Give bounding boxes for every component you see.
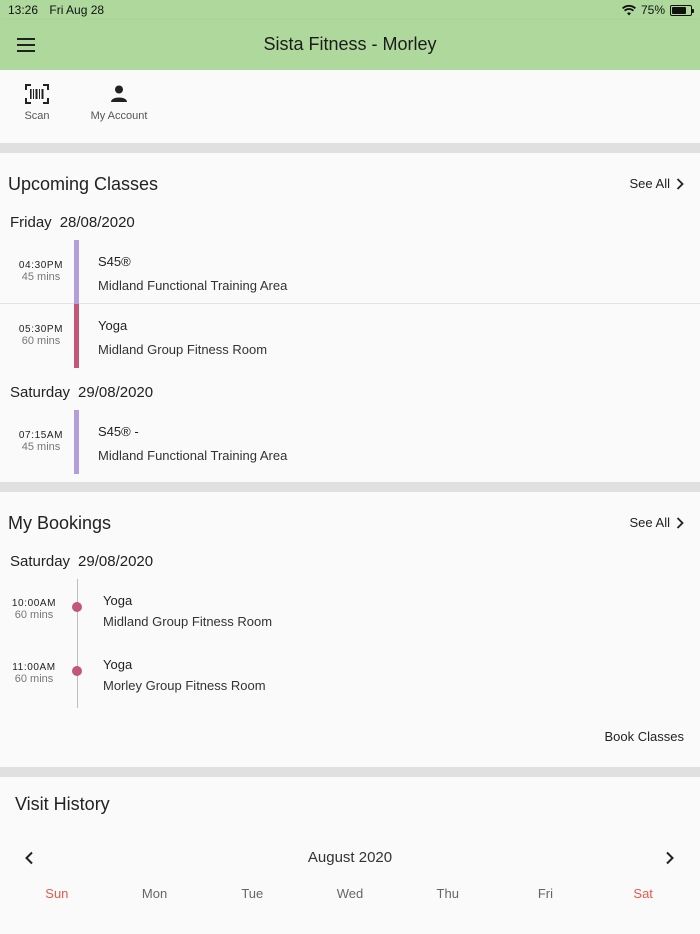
status-date: Fri Aug 28 — [49, 3, 105, 17]
class-color-bar — [74, 240, 79, 304]
battery-fill — [672, 6, 686, 14]
visit-history-title: Visit History — [15, 794, 110, 814]
weekday-sun: Sun — [45, 886, 69, 901]
booking-location: Morley Group Fitness Room — [103, 678, 266, 693]
visit-history-section: Visit History August 2020 Sun Mon Tue We… — [0, 777, 700, 934]
chevron-right-icon — [676, 177, 684, 190]
day-date: 29/08/2020 — [78, 384, 154, 401]
section-divider — [0, 143, 700, 153]
weekday-tue: Tue — [241, 886, 264, 901]
battery-percent: 75% — [640, 3, 665, 17]
my-account-label: My Account — [90, 110, 148, 122]
booking-class-name: Yoga — [103, 593, 133, 608]
class-location: Midland Group Fitness Room — [98, 342, 268, 357]
app-title: Sista Fitness - Morley — [263, 34, 437, 54]
booking-duration: 60 mins — [14, 673, 54, 685]
booking-location: Midland Group Fitness Room — [103, 614, 273, 629]
booking-class-name: Yoga — [103, 657, 133, 672]
see-all-label: See All — [629, 515, 670, 530]
quick-actions: Scan My Account — [0, 70, 700, 143]
booking-row[interactable]: 11:00AM 60 mins Yoga Morley Group Fitnes… — [0, 642, 700, 706]
day-date: 29/08/2020 — [78, 553, 154, 570]
day-date: 28/08/2020 — [59, 214, 135, 231]
calendar-month-label: August 2020 — [307, 849, 393, 866]
class-location: Midland Functional Training Area — [98, 448, 288, 463]
battery-icon — [670, 4, 694, 16]
status-right: 75% — [621, 3, 694, 17]
barcode-scan-icon — [25, 84, 49, 104]
section-divider — [0, 767, 700, 777]
weekday-wed: Wed — [336, 886, 364, 901]
class-time: 05:30PM — [18, 324, 64, 335]
class-name: S45® - — [98, 424, 139, 439]
see-all-label: See All — [629, 176, 670, 191]
class-location: Midland Functional Training Area — [98, 278, 288, 293]
scan-label: Scan — [24, 110, 50, 122]
status-bar: 13:26 Fri Aug 28 75% — [0, 0, 700, 20]
scan-button[interactable]: Scan — [16, 84, 58, 122]
chevron-right-icon — [676, 516, 684, 529]
my-bookings-section: My Bookings See All Saturday 29/08/2020 1… — [0, 492, 700, 767]
bookings-title: My Bookings — [8, 513, 112, 533]
section-divider — [0, 482, 700, 492]
class-duration: 60 mins — [21, 335, 61, 347]
class-duration: 45 mins — [21, 271, 61, 283]
person-icon — [111, 85, 127, 102]
upcoming-classes-section: Upcoming Classes See All Friday 28/08/202… — [0, 153, 700, 482]
wifi-icon — [621, 4, 636, 15]
status-time: 13:26 — [8, 3, 39, 17]
bookings-see-all-button[interactable]: See All — [630, 515, 684, 530]
weekday-thu: Thu — [436, 886, 459, 901]
booking-time: 10:00AM — [11, 598, 57, 609]
day-name: Saturday — [10, 553, 71, 570]
upcoming-see-all-button[interactable]: See All — [630, 176, 684, 191]
class-time: 04:30PM — [18, 260, 64, 271]
upcoming-date-header: Friday 28/08/2020 — [10, 214, 135, 231]
class-name: Yoga — [98, 318, 128, 333]
class-duration: 45 mins — [21, 441, 61, 453]
class-color-bar — [74, 410, 79, 474]
calendar-weekday-row: Sun Mon Tue Wed Thu Fri Sat — [0, 886, 700, 901]
day-name: Friday — [10, 214, 52, 231]
next-month-button[interactable] — [665, 851, 675, 870]
app-bar: Sista Fitness - Morley — [0, 20, 700, 70]
book-classes-button[interactable]: Book Classes — [605, 729, 684, 744]
class-row[interactable]: 07:15AM 45 mins S45® - Midland Functiona… — [0, 410, 700, 474]
class-time: 07:15AM — [18, 430, 64, 441]
chevron-right-icon — [666, 851, 674, 865]
booking-row[interactable]: 10:00AM 60 mins Yoga Midland Group Fitne… — [0, 578, 700, 642]
day-name: Saturday — [10, 384, 71, 401]
timeline-dot — [72, 602, 82, 612]
weekday-mon: Mon — [141, 886, 168, 901]
weekday-fri: Fri — [537, 886, 554, 901]
class-name: S45® — [98, 254, 131, 269]
timeline-dot — [72, 666, 82, 676]
class-row[interactable]: 04:30PM 45 mins S45® Midland Functional … — [0, 240, 700, 304]
status-left: 13:26 Fri Aug 28 — [8, 3, 104, 17]
my-account-button[interactable]: My Account — [84, 84, 154, 122]
class-color-bar — [74, 304, 79, 368]
booking-duration: 60 mins — [14, 609, 54, 621]
booking-time: 11:00AM — [12, 662, 56, 673]
upcoming-date-header: Saturday 29/08/2020 — [10, 384, 153, 401]
upcoming-title: Upcoming Classes — [8, 174, 159, 194]
hamburger-menu-icon[interactable] — [14, 34, 38, 56]
class-row[interactable]: 05:30PM 60 mins Yoga Midland Group Fitne… — [0, 304, 700, 368]
bookings-date-header: Saturday 29/08/2020 — [10, 553, 153, 570]
weekday-sat: Sat — [633, 886, 653, 901]
